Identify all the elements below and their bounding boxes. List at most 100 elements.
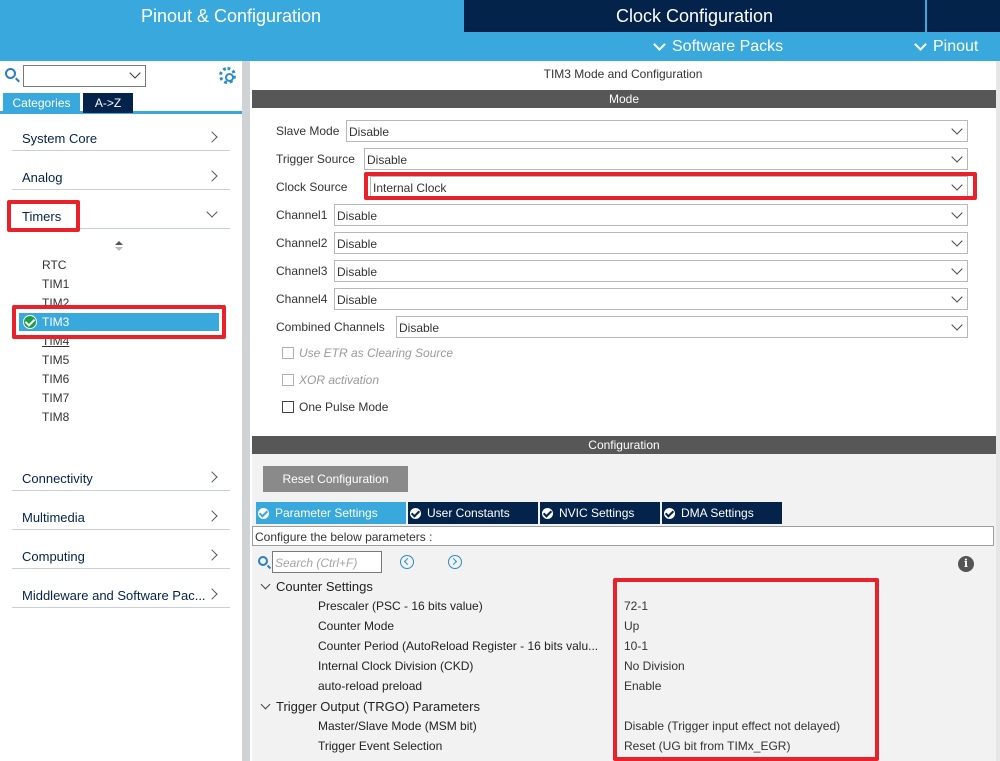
- timer-item-tim8[interactable]: TIM8: [42, 408, 69, 426]
- chevron-right-icon: [206, 471, 218, 483]
- pinout-menu[interactable]: Pinout: [914, 32, 979, 61]
- timer-item-tim2[interactable]: TIM2: [42, 294, 69, 312]
- clock-source-select[interactable]: Internal Clock: [370, 176, 968, 198]
- tab-parameter-settings[interactable]: Parameter Settings: [256, 502, 406, 524]
- param-row-counter-mode[interactable]: Counter Mode Up: [318, 617, 978, 637]
- timer-item-tim7[interactable]: TIM7: [42, 389, 69, 407]
- chevron-down-icon: [951, 235, 963, 247]
- category-middleware[interactable]: Middleware and Software Pac...: [12, 580, 230, 608]
- timer-item-rtc[interactable]: RTC: [42, 256, 66, 274]
- category-connectivity[interactable]: Connectivity: [12, 463, 230, 491]
- chevron-down-icon: [914, 38, 927, 52]
- one-pulse-mode-checkbox[interactable]: [282, 401, 294, 413]
- param-row-master-slave-mode[interactable]: Master/Slave Mode (MSM bit) Disable (Tri…: [318, 717, 978, 737]
- software-packs-menu[interactable]: Software Packs: [653, 32, 784, 61]
- category-label: Timers: [22, 209, 62, 224]
- timer-item-tim5[interactable]: TIM5: [42, 351, 69, 369]
- tab-nvic-settings[interactable]: NVIC Settings: [540, 502, 660, 524]
- select-value: Disable: [399, 321, 440, 335]
- timer-item-tim1[interactable]: TIM1: [42, 275, 69, 293]
- param-value[interactable]: Up: [624, 619, 639, 633]
- timer-item-tim6[interactable]: TIM6: [42, 370, 69, 388]
- param-row-trigger-event[interactable]: Trigger Event Selection Reset (UG bit fr…: [318, 737, 978, 757]
- left-panel: Categories A->Z System Core Analog Timer…: [0, 61, 242, 761]
- select-value: Disable: [367, 153, 408, 167]
- chevron-down-icon: [653, 38, 666, 52]
- category-label: System Core: [22, 131, 98, 146]
- param-name: auto-reload preload: [318, 679, 423, 693]
- combined-channels-select[interactable]: Disable: [396, 316, 968, 338]
- channel4-row: Channel4 Disable: [276, 288, 970, 310]
- param-row-auto-reload-preload[interactable]: auto-reload preload Enable: [318, 677, 978, 697]
- channel4-select[interactable]: Disable: [334, 288, 968, 310]
- channel3-select[interactable]: Disable: [334, 260, 968, 282]
- channel2-row: Channel2 Disable: [276, 232, 970, 254]
- tab-extra[interactable]: [927, 0, 1000, 32]
- category-label: Analog: [22, 170, 63, 185]
- param-row-prescaler[interactable]: Prescaler (PSC - 16 bits value) 72-1: [318, 597, 978, 617]
- param-value[interactable]: 10-1: [624, 639, 648, 653]
- xor-activation-checkbox[interactable]: [282, 374, 294, 386]
- field-label: Trigger Source: [276, 152, 355, 166]
- param-value[interactable]: No Division: [624, 659, 685, 673]
- category-label: Middleware and Software Pac...: [22, 588, 206, 603]
- use-etr-clearing-checkbox[interactable]: [282, 347, 294, 359]
- chevron-right-icon: [206, 131, 218, 143]
- param-name: Trigger Event Selection: [318, 739, 443, 753]
- reset-configuration-button[interactable]: Reset Configuration: [263, 466, 408, 492]
- software-packs-label: Software Packs: [672, 38, 784, 55]
- sort-icon[interactable]: [114, 241, 126, 253]
- configuration-area: Reset Configuration Parameter Settings U…: [252, 454, 996, 761]
- select-value: Disable: [337, 209, 378, 223]
- category-label: Connectivity: [22, 471, 93, 486]
- timer-item-tim4[interactable]: TIM4: [42, 332, 69, 350]
- tab-categories[interactable]: Categories: [3, 93, 80, 113]
- tab-dma-settings[interactable]: DMA Settings: [662, 502, 782, 524]
- tab-pinout-configuration[interactable]: Pinout & Configuration: [0, 0, 462, 32]
- category-label: Multimedia: [22, 510, 85, 525]
- tab-label: Parameter Settings: [275, 506, 378, 520]
- field-label: Combined Channels: [276, 320, 385, 334]
- select-value: Disable: [337, 265, 378, 279]
- category-computing[interactable]: Computing: [12, 541, 230, 569]
- channel1-select[interactable]: Disable: [334, 204, 968, 226]
- left-panel-scrollbar[interactable]: [242, 61, 250, 761]
- param-name: Counter Period (AutoReload Register - 16…: [318, 639, 599, 653]
- pinout-label: Pinout: [933, 38, 979, 55]
- param-value[interactable]: 72-1: [624, 599, 648, 613]
- timer-item-tim3[interactable]: TIM3: [19, 313, 219, 331]
- check-circle-icon: [542, 508, 553, 519]
- param-value[interactable]: Reset (UG bit from TIMx_EGR): [624, 739, 790, 753]
- chevron-down-icon: [951, 291, 963, 303]
- param-row-clock-division[interactable]: Internal Clock Division (CKD) No Divisio…: [318, 657, 978, 677]
- configure-instruction: Configure the below parameters :: [252, 526, 994, 546]
- timer-item-label: TIM3: [42, 315, 70, 329]
- tab-clock-configuration[interactable]: Clock Configuration: [464, 0, 925, 32]
- category-system-core[interactable]: System Core: [12, 123, 230, 151]
- tab-user-constants[interactable]: User Constants: [408, 502, 538, 524]
- trigger-source-select[interactable]: Disable: [364, 148, 968, 170]
- category-search-select[interactable]: [23, 65, 146, 87]
- slave-mode-select[interactable]: Disable: [346, 120, 968, 142]
- category-analog[interactable]: Analog: [12, 162, 230, 190]
- info-icon[interactable]: i: [958, 556, 974, 572]
- mode-area: Slave Mode Disable Trigger Source Disabl…: [252, 108, 996, 426]
- category-timers[interactable]: Timers: [12, 201, 230, 229]
- checkbox-label: XOR activation: [299, 373, 380, 387]
- category-multimedia[interactable]: Multimedia: [12, 502, 230, 530]
- parameter-search-input[interactable]: Search (Ctrl+F): [272, 551, 382, 573]
- param-value[interactable]: Enable: [624, 679, 661, 693]
- gear-icon[interactable]: [219, 67, 236, 84]
- param-row-counter-period[interactable]: Counter Period (AutoReload Register - 16…: [318, 637, 978, 657]
- channel2-select[interactable]: Disable: [334, 232, 968, 254]
- right-panel-scrollbar[interactable]: [996, 61, 1000, 761]
- next-result-icon[interactable]: [448, 555, 462, 569]
- tab-a-to-z[interactable]: A->Z: [83, 93, 133, 113]
- param-value[interactable]: Disable (Trigger input effect not delaye…: [624, 719, 840, 733]
- previous-result-icon[interactable]: [400, 555, 414, 569]
- search-icon: [258, 556, 268, 566]
- top-tab-bar: Pinout & Configuration Clock Configurati…: [0, 0, 1000, 32]
- select-value: Internal Clock: [373, 181, 447, 195]
- chevron-down-icon: [260, 579, 271, 590]
- chevron-down-icon: [951, 123, 963, 135]
